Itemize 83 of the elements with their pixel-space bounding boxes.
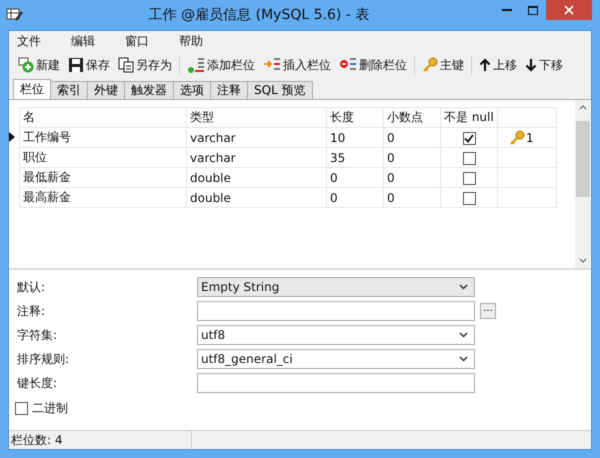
menu-item[interactable]: 帮助 xyxy=(175,32,215,50)
chevron-down-icon xyxy=(459,356,468,362)
minimize-icon xyxy=(502,9,512,11)
toolbar-button[interactable]: 插入栏位 xyxy=(262,54,332,76)
tab[interactable]: 注释 xyxy=(210,81,248,99)
current-row-icon xyxy=(9,132,15,142)
toolbar-button[interactable]: 另存为 xyxy=(117,54,173,76)
key-index: 1 xyxy=(526,130,534,144)
menu-item[interactable]: 编辑 xyxy=(67,32,107,50)
table-cell: 0 xyxy=(384,168,440,188)
column-header: 长度 xyxy=(326,108,384,128)
primary-key-icon xyxy=(422,57,438,73)
chevron-down-icon xyxy=(459,284,468,290)
checkbox[interactable] xyxy=(15,402,28,415)
tab[interactable]: 外键 xyxy=(87,81,125,99)
table-cell: varchar xyxy=(186,148,326,168)
column-header: 不是 null xyxy=(440,108,498,128)
column-header: 小数点 xyxy=(384,108,440,128)
scrollbar[interactable] xyxy=(575,100,590,268)
table-cell: varchar xyxy=(186,128,326,148)
tab[interactable]: 选项 xyxy=(173,81,211,99)
arrow-up-icon xyxy=(479,58,491,72)
field-label: 字符集: xyxy=(16,326,58,344)
column-header: 类型 xyxy=(186,108,326,128)
table-cell: 0 xyxy=(326,188,384,208)
tab[interactable]: 触发器 xyxy=(124,81,174,99)
checkbox[interactable] xyxy=(462,172,476,185)
scroll-down-icon[interactable] xyxy=(578,258,586,263)
save-icon xyxy=(68,57,84,73)
toolbar-button[interactable]: 新建 xyxy=(17,54,61,76)
key-icon xyxy=(509,130,525,146)
table-cell: 10 xyxy=(326,128,384,148)
dropdown[interactable]: Empty String xyxy=(197,277,475,297)
table-cell: 职位 xyxy=(20,148,186,168)
scroll-up-icon[interactable] xyxy=(578,105,586,110)
menu-item[interactable]: 文件 xyxy=(13,32,53,50)
dropdown[interactable]: utf8 xyxy=(197,325,475,345)
toolbar-button[interactable]: 删除栏位 xyxy=(338,54,408,76)
toolbar-button[interactable]: 主键 xyxy=(421,54,465,76)
table-cell: 0 xyxy=(326,168,384,188)
toolbar-button[interactable]: 保存 xyxy=(67,54,111,76)
dropdown[interactable]: utf8_general_ci xyxy=(197,349,475,369)
input-field[interactable] xyxy=(197,301,475,321)
tab[interactable]: SQL 预览 xyxy=(247,81,313,99)
arrow-down-icon xyxy=(525,58,537,72)
checkbox-label: 二进制 xyxy=(32,400,68,417)
save-as-icon xyxy=(118,57,134,73)
table-cell: 最高薪金 xyxy=(20,188,186,208)
window-title: 工作 @雇员信息 (MySQL 5.6) - 表 xyxy=(148,6,370,24)
menu-item[interactable]: 窗口 xyxy=(121,32,161,50)
table-cell: 35 xyxy=(326,148,384,168)
tab[interactable]: 栏位 xyxy=(13,79,51,99)
checkbox[interactable] xyxy=(462,192,476,205)
tab[interactable]: 索引 xyxy=(50,81,88,99)
table-cell: 工作编号 xyxy=(20,128,186,148)
delete-field-icon xyxy=(339,57,357,73)
field-label: 注释: xyxy=(16,302,46,320)
insert-field-icon xyxy=(263,57,281,73)
table-cell: 最低薪金 xyxy=(20,168,186,188)
column-header: 名 xyxy=(20,108,186,128)
close-icon xyxy=(564,5,574,15)
table-cell: double xyxy=(186,168,326,188)
input-field[interactable] xyxy=(197,373,475,393)
status-text: 栏位数: 4 xyxy=(9,431,192,449)
toolbar-button[interactable]: 下移 xyxy=(524,54,564,76)
table-cell: 0 xyxy=(384,148,440,168)
checkbox[interactable] xyxy=(462,132,476,145)
browse-button[interactable]: ... xyxy=(480,303,496,319)
close-button[interactable] xyxy=(546,0,592,20)
toolbar-button[interactable]: 添加栏位 xyxy=(186,54,256,76)
table-cell: 0 xyxy=(384,188,440,208)
field-label: 键长度: xyxy=(16,374,58,392)
new-icon xyxy=(18,57,34,73)
maximize-icon xyxy=(528,6,538,14)
checkbox[interactable] xyxy=(462,152,476,165)
table-cell: 0 xyxy=(384,128,440,148)
app-icon xyxy=(6,7,24,23)
add-field-icon xyxy=(187,57,205,73)
field-label: 默认: xyxy=(16,278,46,296)
toolbar-button[interactable]: 上移 xyxy=(478,54,518,76)
chevron-down-icon xyxy=(459,332,468,338)
field-label: 排序规则: xyxy=(16,350,70,368)
table-cell: double xyxy=(186,188,326,208)
